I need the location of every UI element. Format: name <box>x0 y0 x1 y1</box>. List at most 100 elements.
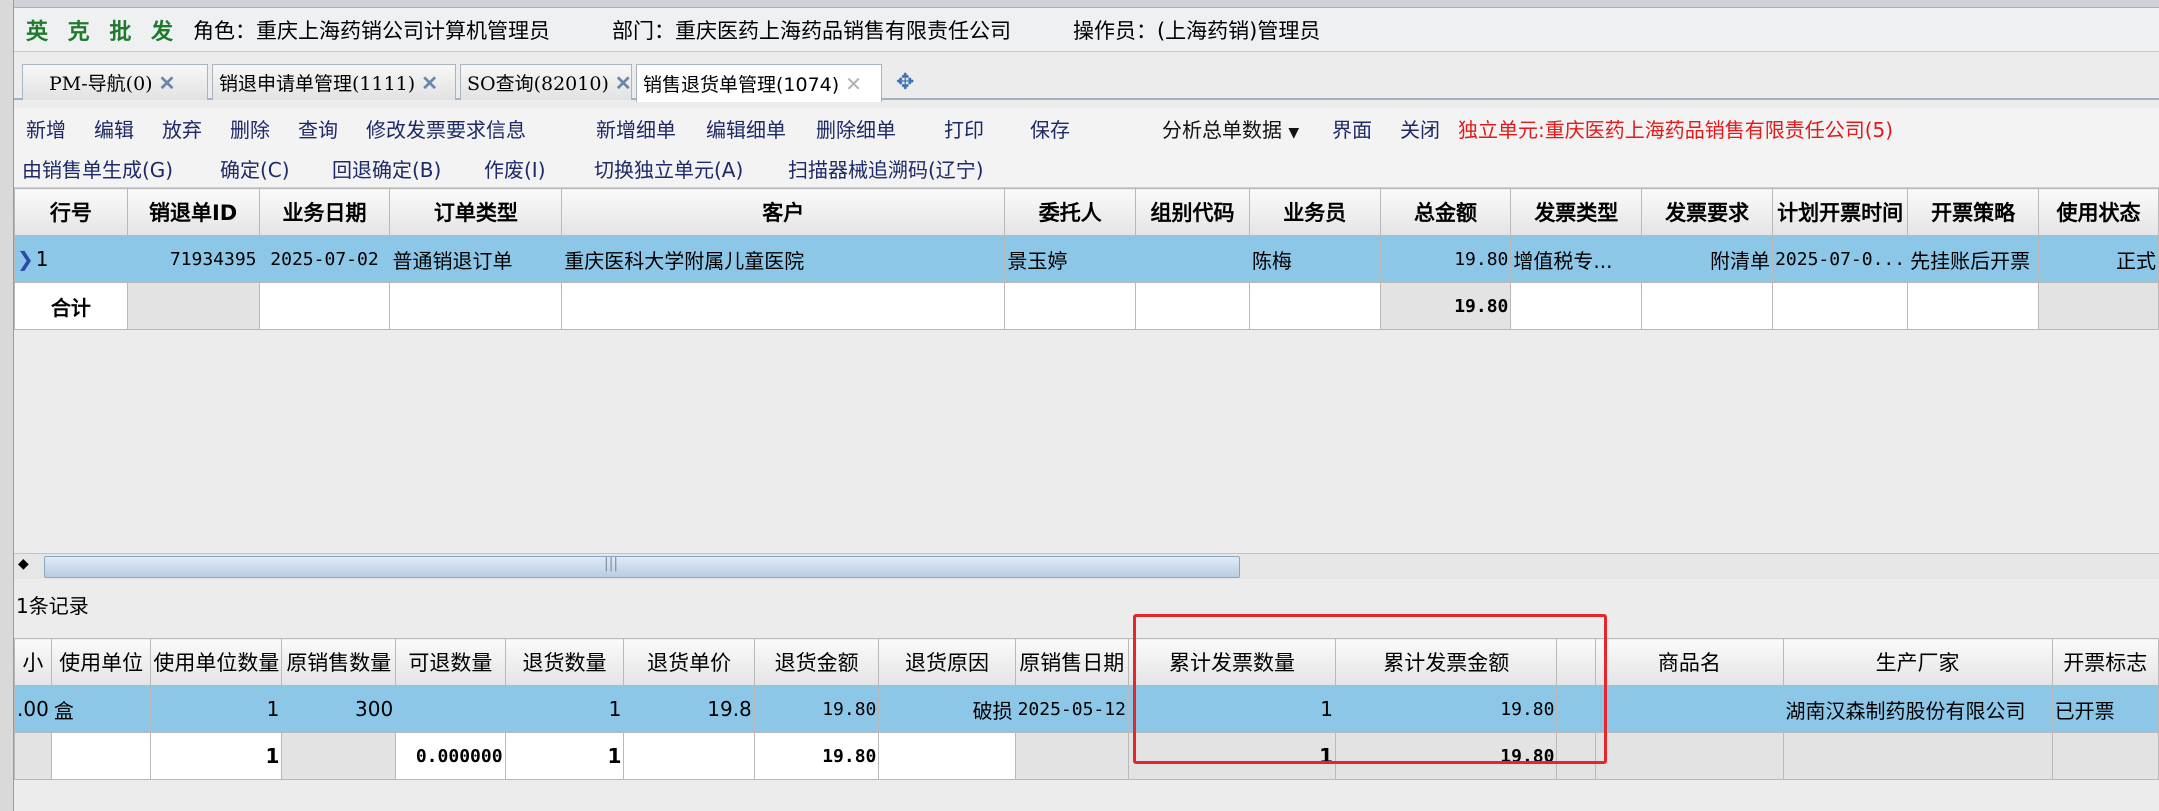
col-header[interactable]: 累计发票数量 <box>1127 638 1336 686</box>
close-icon[interactable]: ✕ <box>421 71 438 95</box>
summary-cell <box>1135 282 1250 330</box>
grid-cell[interactable]: 陈梅 <box>1248 235 1381 283</box>
grid-empty-area <box>14 331 2159 553</box>
analyze-dropdown[interactable]: 分析总单数据 ▼ <box>1162 114 1299 143</box>
delete-button[interactable]: 删除 <box>230 114 270 143</box>
grid-cell[interactable]: 1 <box>1127 685 1336 733</box>
grid-cell[interactable] <box>1135 235 1250 283</box>
col-header[interactable]: 业务员 <box>1248 188 1381 236</box>
grid-cell[interactable]: 普通销退订单 <box>389 235 563 283</box>
col-header[interactable]: 累计发票金额 <box>1334 638 1558 686</box>
close-button[interactable]: 关闭 <box>1400 114 1440 143</box>
col-header[interactable]: 发票类型 <box>1510 188 1643 236</box>
close-icon[interactable]: ✕ <box>615 71 632 95</box>
col-header[interactable]: 使用单位 <box>50 638 152 686</box>
grid-cell[interactable]: .00 <box>14 685 52 733</box>
summary-row: 合计 19.80 <box>14 282 2159 330</box>
grid-cell[interactable]: 景玉婷 <box>1004 235 1137 283</box>
close-icon[interactable]: ✕ <box>845 72 862 96</box>
col-header[interactable]: 退货金额 <box>753 638 880 686</box>
col-header[interactable]: 原销售数量 <box>281 638 397 686</box>
col-header[interactable]: 退货原因 <box>878 638 1016 686</box>
close-icon[interactable]: ✕ <box>159 71 176 95</box>
grid-cell[interactable]: 300 <box>281 685 397 733</box>
col-header[interactable]: 发票要求 <box>1641 188 1774 236</box>
grid-cell[interactable]: 71934395 <box>126 235 260 283</box>
grid-cell[interactable]: 重庆医科大学附属儿童医院 <box>561 235 1006 283</box>
grid-cell[interactable]: 19.80 <box>1379 235 1512 283</box>
col-header[interactable] <box>1556 638 1597 686</box>
scroll-left-icon[interactable]: ◆ <box>18 556 29 572</box>
grid-cell[interactable]: 附清单 <box>1641 235 1774 283</box>
discard-button[interactable]: 放弃 <box>162 114 202 143</box>
switch-unit-button[interactable]: 切换独立单元(A) <box>594 154 743 183</box>
grid-cell[interactable]: 2025-07-0... <box>1772 235 1909 283</box>
tab-return-application[interactable]: 销退申请单管理(1111) ✕ <box>212 64 456 100</box>
delete-detail-button[interactable]: 删除细单 <box>816 114 896 143</box>
scroll-thumb[interactable] <box>44 556 1240 578</box>
col-header[interactable]: 退货数量 <box>504 638 625 686</box>
grid-cell[interactable] <box>395 685 506 733</box>
col-header[interactable]: 业务日期 <box>258 188 391 236</box>
col-header[interactable]: 使用状态 <box>2038 188 2159 236</box>
col-header[interactable]: 计划开票时间 <box>1772 188 1909 236</box>
col-header[interactable]: 商品名 <box>1595 638 1784 686</box>
col-header[interactable]: 组别代码 <box>1135 188 1250 236</box>
save-button[interactable]: 保存 <box>1030 114 1070 143</box>
grid-cell[interactable]: 2025-07-02 <box>258 235 391 283</box>
col-header[interactable]: 退货单价 <box>623 638 755 686</box>
table-row[interactable]: ❯ 1 71934395 2025-07-02 普通销退订单 重庆医科大学附属儿童… <box>14 235 2159 283</box>
col-header[interactable]: 总金额 <box>1379 188 1512 236</box>
cell-value: 1 <box>35 247 49 271</box>
grid-cell[interactable] <box>1595 685 1784 733</box>
ui-button[interactable]: 界面 <box>1332 114 1372 143</box>
add-button[interactable]: 新增 <box>26 114 66 143</box>
grid-cell[interactable]: 破损 <box>878 685 1016 733</box>
grid-cell[interactable]: 19.80 <box>753 685 880 733</box>
grid-cell[interactable]: 2025-05-12 <box>1014 685 1129 733</box>
grid-cell[interactable]: 19.8 <box>623 685 755 733</box>
grid-cell[interactable]: 正式 <box>2038 235 2159 283</box>
gen-from-sales-button[interactable]: 由销售单生成(G) <box>22 154 173 183</box>
col-header[interactable]: 订单类型 <box>389 188 563 236</box>
scanner-trace-button[interactable]: 扫描器械追溯码(辽宁) <box>788 154 984 183</box>
col-header[interactable]: 开票标志 <box>2051 638 2159 686</box>
grid-cell[interactable]: 盒 <box>50 685 152 733</box>
grid-cell[interactable]: 19.80 <box>1334 685 1558 733</box>
col-header[interactable]: 行号 <box>14 188 128 236</box>
col-header[interactable]: 可退数量 <box>395 638 506 686</box>
add-detail-button[interactable]: 新增细单 <box>596 114 676 143</box>
void-button[interactable]: 作废(I) <box>484 154 546 183</box>
confirm-button[interactable]: 确定(C) <box>220 154 290 183</box>
row-number-cell[interactable]: ❯ 1 <box>14 235 128 283</box>
col-header[interactable]: 生产厂家 <box>1782 638 2053 686</box>
grid-cell[interactable]: 湖南汉森制药股份有限公司 <box>1782 685 2053 733</box>
edit-button[interactable]: 编辑 <box>94 114 134 143</box>
col-header[interactable]: 委托人 <box>1004 188 1137 236</box>
tab-sales-return[interactable]: 销售退货单管理(1074) ✕ <box>636 64 882 102</box>
modify-invoice-button[interactable]: 修改发票要求信息 <box>366 114 526 143</box>
grip-icon: ||| <box>604 556 619 572</box>
col-header[interactable]: 客户 <box>561 188 1006 236</box>
tab-pm-nav[interactable]: PM-导航(0) ✕ <box>22 64 208 100</box>
horizontal-scrollbar[interactable]: ◆ ||| <box>14 553 2159 579</box>
col-header[interactable]: 使用单位数量 <box>150 638 283 686</box>
summary-cell <box>1907 282 2040 330</box>
grid-cell[interactable]: 1 <box>504 685 625 733</box>
grid-cell[interactable]: 1 <box>150 685 283 733</box>
grid-cell[interactable] <box>1556 685 1597 733</box>
rollback-confirm-button[interactable]: 回退确定(B) <box>332 154 441 183</box>
add-tab-icon[interactable]: ✥ <box>896 70 914 95</box>
col-header[interactable]: 开票策略 <box>1907 188 2040 236</box>
print-button[interactable]: 打印 <box>944 114 984 143</box>
grid-cell[interactable]: 增值税专... <box>1510 235 1643 283</box>
col-header[interactable]: 原销售日期 <box>1014 638 1129 686</box>
query-button[interactable]: 查询 <box>298 114 338 143</box>
tab-so-query[interactable]: SO查询(82010) ✕ <box>460 64 632 100</box>
grid-cell[interactable]: 先挂账后开票 <box>1907 235 2040 283</box>
col-header[interactable]: 小 <box>14 638 52 686</box>
grid-cell[interactable]: 已开票 <box>2051 685 2159 733</box>
col-header[interactable]: 销退单ID <box>126 188 260 236</box>
edit-detail-button[interactable]: 编辑细单 <box>706 114 786 143</box>
table-row[interactable]: .00 盒 1 300 1 19.8 19.80 破损 2025-05-12 1… <box>14 685 2159 733</box>
